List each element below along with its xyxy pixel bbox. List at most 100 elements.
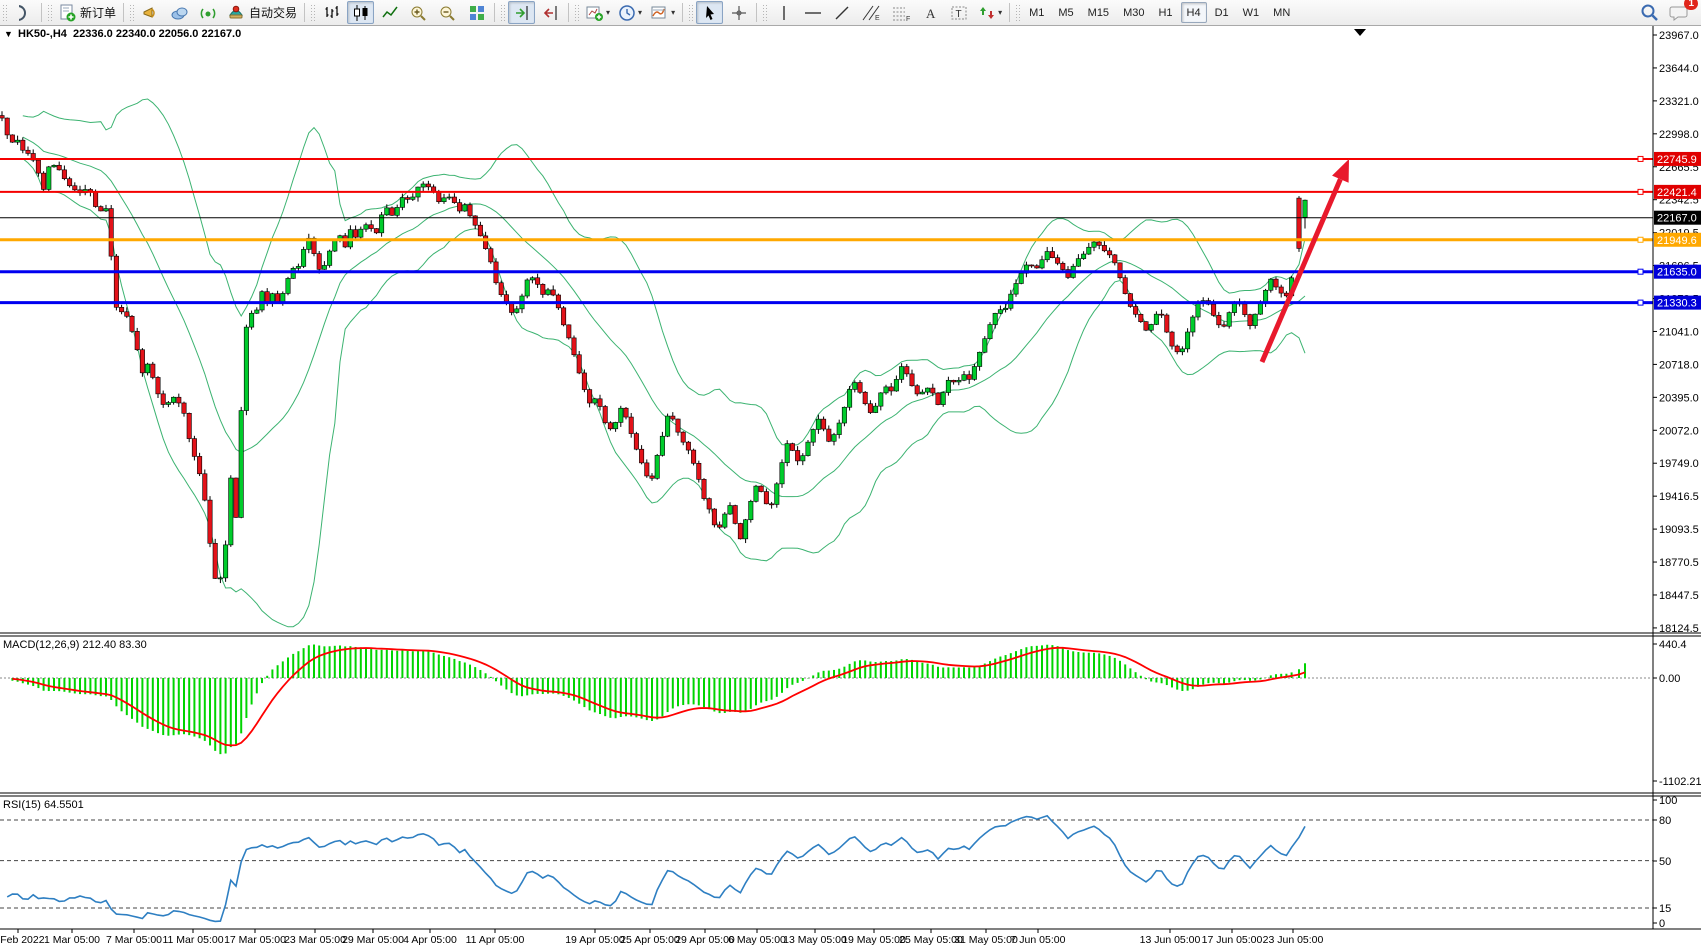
svg-text:21330.3: 21330.3 [1657,298,1697,310]
svg-text:3 Feb 2022: 3 Feb 2022 [0,934,45,945]
svg-text:15: 15 [1659,903,1671,915]
vertical-line-icon [777,4,791,22]
chevron-down-icon: ▾ [606,8,610,17]
cloud-button[interactable] [166,1,193,24]
trendline-button[interactable] [828,1,855,24]
chart-icon-partial [10,1,37,24]
svg-text:11 Mar 05:00: 11 Mar 05:00 [162,934,223,945]
toolbar-separator [41,3,42,22]
timeframe-m15-button[interactable]: M15 [1082,2,1115,23]
svg-text:4 Apr 05:00: 4 Apr 05:00 [403,934,457,945]
current-price-tag: 22167.0 [1654,211,1701,225]
periods-icon [618,4,636,22]
svg-text:19416.5: 19416.5 [1659,491,1699,503]
price-tag-21635: 21635.0 [1654,265,1701,279]
toolbar-separator [304,3,305,22]
svg-text:19 May 05:00: 19 May 05:00 [842,934,906,945]
line-handle[interactable] [1638,269,1643,274]
text-label-button[interactable]: T [946,1,973,24]
svg-text:23644.0: 23644.0 [1659,63,1699,75]
templates-icon [650,4,669,22]
svg-text:18124.5: 18124.5 [1659,623,1699,635]
tile-windows-button[interactable] [463,1,490,24]
cursor-button[interactable] [696,1,723,24]
arrows-button[interactable]: ▾ [975,1,1005,24]
zoom-out-button[interactable] [434,1,461,24]
horizontal-line-button[interactable] [799,1,826,24]
chart-canvas[interactable]: 23967.023644.023321.022998.022665.522342… [0,0,1701,945]
svg-text:20395.0: 20395.0 [1659,392,1699,404]
svg-text:29 Apr 05:00: 29 Apr 05:00 [675,934,735,945]
signals-button[interactable] [195,1,222,24]
toolbar-separator [568,3,569,22]
crosshair-button[interactable] [725,1,752,24]
fibonacci-button[interactable]: F [887,1,915,24]
chart-shift-icon [542,4,560,22]
alerts-megaphone-icon [141,4,160,22]
timeframe-h1-button[interactable]: H1 [1152,2,1178,23]
indicators-button[interactable]: ▾ [582,1,613,24]
timeframe-mn-button[interactable]: MN [1267,2,1296,23]
svg-text:18770.5: 18770.5 [1659,557,1699,569]
chart-symbol-ohlc-label: HK50-,H4 22336.0 22340.0 22056.0 22167.0 [18,28,241,40]
line-handle[interactable] [1638,300,1643,305]
search-button[interactable] [1636,1,1663,24]
chart-shift-button[interactable] [537,1,564,24]
svg-text:21041.0: 21041.0 [1659,326,1699,338]
line-handle[interactable] [1638,237,1643,242]
text-button[interactable]: A [917,1,944,24]
mt4-window: 新订单自动交易▾▾▾EFAT▾M1M5M15M30H1H4D1W1MN1 239… [0,0,1701,945]
auto-scroll-button[interactable] [508,1,535,24]
templates-button[interactable]: ▾ [647,1,678,24]
new-order-button[interactable]: 新订单 [55,1,119,24]
toolbar-separator [1009,3,1010,22]
timeframe-h4-button[interactable]: H4 [1181,2,1207,23]
toolbar-separator [682,3,683,22]
text-icon: A [923,4,939,22]
svg-text:22998.0: 22998.0 [1659,129,1699,141]
timeframe-m1-button[interactable]: M1 [1023,2,1050,23]
svg-text:23321.0: 23321.0 [1659,96,1699,108]
svg-text:29 Mar 05:00: 29 Mar 05:00 [342,934,404,945]
toolbar-separator [123,3,124,22]
svg-text:13 May 05:00: 13 May 05:00 [783,934,847,945]
bar-chart-button[interactable] [318,1,345,24]
toolbar-grip [500,4,505,22]
timeframe-w1-button[interactable]: W1 [1237,2,1266,23]
header-collapse-icon[interactable]: ▼ [4,29,13,39]
auto-trading-button[interactable]: 自动交易 [224,1,300,24]
signals-icon [199,4,218,22]
svg-text:22421.4: 22421.4 [1657,187,1697,199]
line-handle[interactable] [1638,156,1643,161]
new-order-button-label: 新订单 [80,4,116,21]
timeframe-m5-button[interactable]: M5 [1052,2,1079,23]
auto-scroll-icon [513,4,531,22]
svg-text:19093.5: 19093.5 [1659,524,1699,536]
svg-text:440.4: 440.4 [1659,639,1687,651]
indicators-icon [585,4,604,22]
svg-text:20718.0: 20718.0 [1659,359,1699,371]
channel-button[interactable]: E [857,1,885,24]
svg-text:100: 100 [1659,795,1677,807]
auto-trading-icon [227,4,246,22]
svg-text:80: 80 [1659,815,1671,827]
timeframe-m30-button[interactable]: M30 [1117,2,1150,23]
line-handle[interactable] [1638,189,1643,194]
auto-trading-button-label: 自动交易 [249,4,297,21]
svg-text:25 Apr 05:00: 25 Apr 05:00 [620,934,680,945]
candlestick-chart-button[interactable] [347,1,374,24]
chevron-down-icon: ▾ [671,8,675,17]
zoom-in-button[interactable] [405,1,432,24]
vertical-line-button[interactable] [770,1,797,24]
notification-badge: 1 [1684,0,1698,10]
alerts-megaphone-button[interactable] [137,1,164,24]
main-toolbar: 新订单自动交易▾▾▾EFAT▾M1M5M15M30H1H4D1W1MN1 [0,0,1701,26]
price-tag-22421: 22421.4 [1654,185,1701,199]
svg-text:18447.5: 18447.5 [1659,590,1699,602]
svg-text:0: 0 [1659,918,1665,930]
periods-button[interactable]: ▾ [615,1,645,24]
notifications-chat-button[interactable]: 1 [1665,1,1692,24]
line-chart-button[interactable] [376,1,403,24]
svg-text:11 Apr 05:00: 11 Apr 05:00 [466,934,525,945]
timeframe-d1-button[interactable]: D1 [1209,2,1235,23]
